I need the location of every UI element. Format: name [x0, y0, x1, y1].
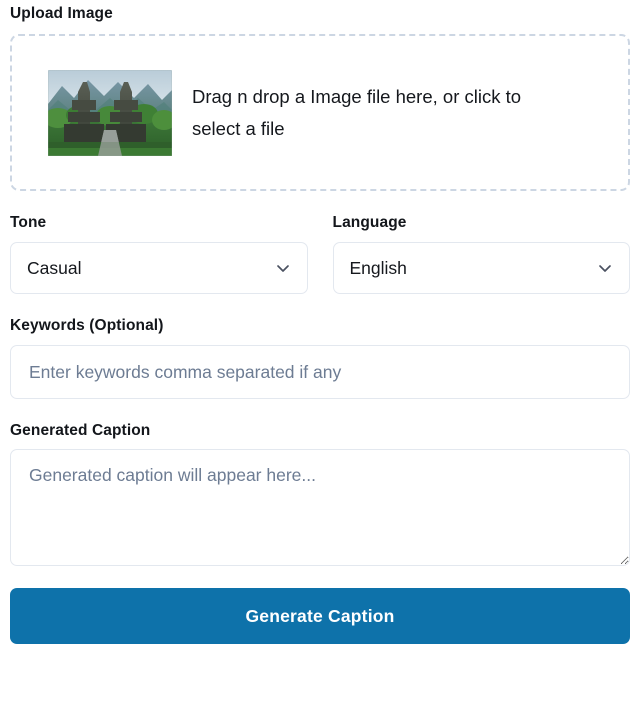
language-selected-value: English — [349, 257, 407, 278]
dropzone-instruction-text: Drag n drop a Image file here, or click … — [192, 85, 522, 139]
generated-caption-textarea[interactable] — [10, 449, 630, 566]
keywords-label: Keywords (Optional) — [10, 317, 164, 334]
generated-caption-label: Generated Caption — [10, 422, 151, 439]
uploaded-image-thumbnail — [48, 69, 172, 156]
language-label: Language — [332, 214, 407, 231]
upload-image-label: Upload Image — [10, 5, 113, 22]
language-select-wrap: English — [332, 242, 630, 294]
generate-caption-button[interactable]: Generate Caption — [10, 588, 630, 644]
language-select[interactable]: English — [332, 242, 630, 294]
tone-selected-value: Casual — [27, 257, 82, 278]
tone-select-wrap: Casual — [10, 242, 308, 294]
caption-generator-form: Upload Image Drag n drop a Image file he… — [0, 0, 640, 707]
language-field: Language English — [332, 213, 630, 294]
image-dropzone[interactable]: Drag n drop a Image file here, or click … — [10, 34, 630, 191]
keywords-field: Keywords (Optional) — [10, 316, 630, 399]
tone-label: Tone — [10, 214, 47, 231]
tone-select[interactable]: Casual — [10, 242, 308, 294]
keywords-input[interactable] — [10, 345, 630, 399]
generated-caption-field: Generated Caption — [10, 421, 630, 566]
tone-language-row: Tone Casual Language English — [10, 213, 630, 294]
tone-field: Tone Casual — [10, 213, 308, 294]
